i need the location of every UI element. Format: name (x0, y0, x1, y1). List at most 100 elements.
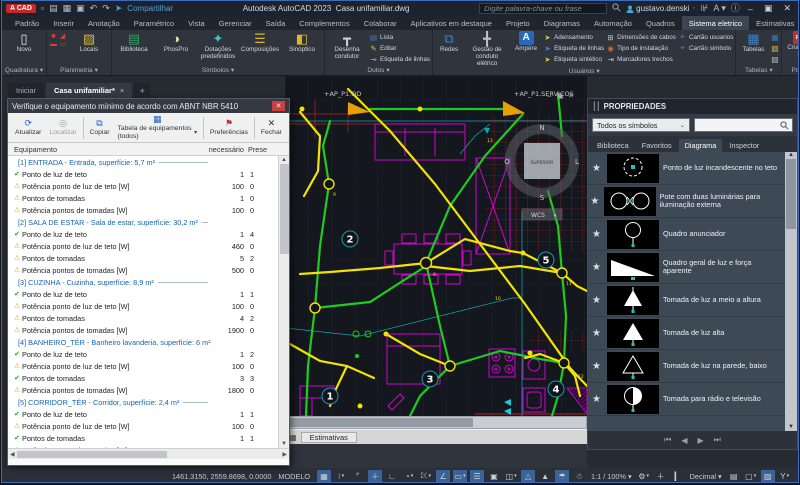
ribbon-tab[interactable]: Aplicativos em destaque (404, 16, 499, 30)
dotacoes-button[interactable]: ✦ Dotações predefinidos (198, 31, 238, 60)
redo-icon[interactable]: ↷ (102, 4, 110, 13)
symbol-item[interactable]: ★ Ponto de luz incandescente no teto (588, 152, 785, 185)
fechar-button[interactable]: ✕ Fechar (257, 118, 286, 137)
table-header[interactable]: Equipamento necessário Prese (8, 143, 289, 156)
tabelas-small-icons[interactable]: ▦ ▧ ▨ (770, 31, 779, 64)
table-row[interactable]: Pontos de tomadas 5 2 (8, 252, 278, 264)
ortho-mode-icon[interactable]: ∟ (385, 470, 399, 483)
group-label[interactable]: Planimetria▾ (49, 65, 109, 75)
close-button[interactable]: ✕ (780, 3, 794, 14)
viewport-hscrollbar[interactable] (285, 416, 587, 429)
tabelas-button[interactable]: ▦ Tabelas (738, 31, 768, 53)
autodesk-menu-icon[interactable]: A ▾ (713, 4, 726, 13)
lineweight-icon[interactable]: ☰ (470, 470, 484, 483)
isolate-objects-icon[interactable]: ▨ (761, 470, 775, 483)
cartao-simbolo-button[interactable]: ⌖ Cartão simbolo (678, 43, 733, 53)
share-button[interactable]: Compartilhar (127, 4, 173, 13)
object-snap-tracking-icon[interactable]: ∠ (436, 470, 450, 483)
cartao-usuarios-button[interactable]: ⌖ Cartão usuarios (678, 32, 733, 42)
ribbon-tab[interactable]: Sistema eletrico (682, 16, 749, 30)
table-row[interactable]: Potência pontos de tomadas [W] 100 0 (8, 444, 278, 448)
table-row[interactable]: Ponto de luz de teto 1 4 (8, 228, 278, 240)
annotation-scale[interactable]: 1:1 / 100% ▾ (589, 472, 634, 481)
etiqueta-linhas2-button[interactable]: ➤ Etiqueta de linhas (543, 43, 604, 53)
object-snap-icon[interactable]: ▭ (453, 470, 467, 483)
app-logo[interactable]: A CAD (6, 4, 36, 13)
editar-button[interactable]: ✎ Editar (369, 43, 430, 53)
tabela-equipamentos-dropdown[interactable]: ▦ Tabela de equipamentos (todos)▾ (113, 114, 201, 141)
copiar-button[interactable]: ⧉ Copiar (85, 118, 113, 137)
table-row[interactable]: Ponto de luz de teto 1 2 (8, 348, 278, 360)
app-store-icon[interactable]: ⊮ (701, 4, 709, 13)
layout-tab-estimativas[interactable]: Estimativas (301, 432, 357, 443)
ribbon-tab[interactable]: Anotação (81, 16, 127, 30)
table-row[interactable]: Pontos de tomadas 3 3 (8, 372, 278, 384)
units-select[interactable]: Decimal ▾ (688, 472, 724, 481)
preferencias-button[interactable]: ⚑ Preferências (206, 118, 252, 137)
help-icon[interactable]: ⓘ (731, 4, 740, 13)
infer-constraints-icon[interactable]: ⌜ (351, 470, 365, 483)
transparency-icon[interactable]: ▣ (487, 470, 501, 483)
new-tab-button[interactable]: + (134, 83, 150, 98)
etiqueta-sintetico-button[interactable]: ➤ Etiqueta sintético (543, 54, 604, 64)
new-file-icon[interactable]: ▫ (41, 4, 44, 13)
dynamic-ucs-icon[interactable]: ▲ (538, 470, 552, 483)
atualizar-button[interactable]: ⟳ Atualizar (11, 118, 45, 137)
dimensoes-cabos-button[interactable]: ⊞ Dimensões de cabos (606, 32, 676, 42)
last-page-icon[interactable]: ⏭ (714, 435, 721, 445)
ribbon-tab[interactable]: Quadros (639, 16, 682, 30)
model-space-button[interactable]: MODELO (274, 471, 314, 482)
ribbon-tab[interactable]: Complementos (292, 16, 356, 30)
autoscale-icon[interactable]: ☃ (572, 470, 586, 483)
restore-button[interactable]: ▣ (761, 3, 776, 14)
ribbon-tab[interactable]: Diagramas (537, 16, 587, 30)
dynamic-input-icon[interactable]: ＋ (368, 470, 382, 483)
locais-button[interactable]: ▨ Locais (69, 31, 109, 53)
save-icon[interactable]: ▦ (63, 4, 72, 13)
ribbon-tab[interactable]: Estimativas (749, 16, 799, 30)
file-tab-start[interactable]: Iniciar (8, 83, 44, 98)
print-icon[interactable]: ▣ (76, 4, 85, 13)
sinoptico-button[interactable]: ◧ Sinóptico (282, 31, 322, 53)
table-row[interactable]: Potência ponto de luz de teto [W] 100 0 (8, 180, 278, 192)
table-row[interactable]: Pontos de tomadas 1 1 (8, 432, 278, 444)
symbol-item[interactable]: ★ Tomada de luz alta (588, 317, 785, 350)
symbol-item[interactable]: ★ Tomada de luz na parede, baixo (588, 350, 785, 383)
group-label[interactable]: Símbolos▾ (114, 65, 322, 75)
table-row[interactable]: Potência ponto de luz de teto [W] 460 0 (8, 240, 278, 252)
redes-button[interactable]: ⧉ Redes (435, 31, 463, 53)
table-row[interactable]: [3] CUZINHA - Cuzinha, superfície: 8,9 m… (8, 276, 278, 288)
ribbon-tab[interactable]: Vista (181, 16, 212, 30)
gestao-conduto-button[interactable]: ╋ Gestão de conduto elétrico (465, 31, 509, 67)
ribbon-tab[interactable]: Paramétrico (127, 16, 181, 30)
favorite-star-icon[interactable]: ★ (590, 295, 603, 306)
favorite-star-icon[interactable]: ★ (590, 328, 603, 339)
grid-icon[interactable]: ▦ (317, 470, 331, 483)
first-page-icon[interactable]: ⏮ (664, 435, 671, 445)
criar-pdf-button[interactable]: PDF Criar PDF 3D (784, 31, 798, 58)
etiqueta-linhas-button[interactable]: ⊸ Etiqueta de linhas (369, 54, 430, 64)
close-tab-icon[interactable]: × (120, 86, 124, 95)
minimize-button[interactable]: – (745, 4, 756, 14)
favorite-star-icon[interactable]: ★ (590, 196, 600, 207)
lista-button[interactable]: ▤ Lista (369, 32, 430, 42)
biblioteca-button[interactable]: ▤ Biblioteca (114, 31, 154, 53)
table-vscrollbar[interactable]: ▲▼ (278, 156, 289, 448)
table-row[interactable]: Pontos de tomadas 1 0 (8, 192, 278, 204)
composicoes-button[interactable]: ☰ Composições (240, 31, 280, 53)
ampere-button[interactable]: A Ampère (511, 31, 541, 52)
table-row[interactable]: [4] BANHEIRO_TÉR - Banheiro lavanderia, … (8, 336, 278, 348)
table-row[interactable]: Potência pontos de tomadas [W] 1900 0 (8, 324, 278, 336)
ribbon-tab[interactable]: Saída (259, 16, 293, 30)
search-icon[interactable] (612, 3, 621, 14)
prev-page-icon[interactable]: ◀ (681, 436, 687, 445)
symbol-search-input[interactable] (694, 118, 793, 132)
planimetria-tools-icons[interactable]: ■◢▬▭ (49, 31, 67, 49)
table-row[interactable]: Ponto de luz de teto 1 1 (8, 408, 278, 420)
table-row[interactable]: [1] ENTRADA - Entrada, superfície: 5,7 m… (8, 156, 278, 168)
panel-grip-icon[interactable]: ┃┃ (592, 102, 600, 111)
localizar-button[interactable]: ◎ Localizar (45, 118, 80, 137)
signin-user[interactable]: gustavo.denski▾ (626, 4, 695, 13)
group-label[interactable]: Usuários▾ (435, 67, 733, 75)
table-row[interactable]: Ponto de luz de teto 1 1 (8, 288, 278, 300)
